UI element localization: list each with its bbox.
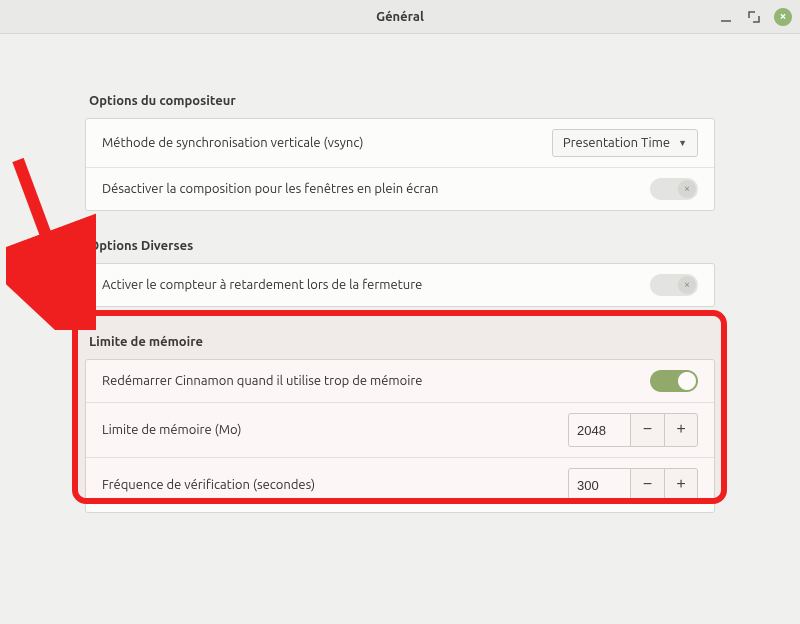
misc-section-title: Options Diverses [89, 239, 715, 253]
vsync-select-value: Presentation Time [563, 136, 670, 150]
close-button[interactable]: × [774, 8, 792, 26]
memory-freq-spinner: − + [568, 468, 698, 502]
fullscreen-disable-toggle[interactable] [650, 178, 698, 200]
compositor-section-title: Options du compositeur [89, 94, 715, 108]
fullscreen-disable-label: Désactiver la composition pour les fenêt… [102, 182, 438, 196]
vsync-row: Méthode de synchronisation verticale (vs… [86, 119, 714, 167]
memory-freq-increment[interactable]: + [664, 468, 698, 502]
maximize-button[interactable] [746, 9, 762, 25]
memory-limit-input[interactable] [568, 413, 630, 447]
chevron-down-icon: ▼ [678, 138, 687, 148]
delay-counter-label: Activer le compteur à retardement lors d… [102, 278, 422, 292]
memory-section-title: Limite de mémoire [89, 335, 715, 349]
memory-limit-label: Limite de mémoire (Mo) [102, 423, 241, 437]
memory-freq-label: Fréquence de vérification (secondes) [102, 478, 315, 492]
memory-restart-label: Redémarrer Cinnamon quand il utilise tro… [102, 374, 422, 388]
memory-freq-input[interactable] [568, 468, 630, 502]
window-controls: × [718, 0, 792, 33]
vsync-select[interactable]: Presentation Time ▼ [552, 129, 698, 157]
memory-limit-row: Limite de mémoire (Mo) − + [86, 402, 714, 457]
memory-panel: Redémarrer Cinnamon quand il utilise tro… [85, 359, 715, 513]
memory-limit-decrement[interactable]: − [630, 413, 664, 447]
memory-freq-row: Fréquence de vérification (secondes) − + [86, 457, 714, 512]
delay-counter-toggle[interactable] [650, 274, 698, 296]
window-title: Général [376, 10, 424, 24]
delay-counter-row: Activer le compteur à retardement lors d… [86, 264, 714, 306]
memory-restart-toggle[interactable] [650, 370, 698, 392]
memory-restart-row: Redémarrer Cinnamon quand il utilise tro… [86, 360, 714, 402]
fullscreen-disable-row: Désactiver la composition pour les fenêt… [86, 167, 714, 210]
memory-freq-decrement[interactable]: − [630, 468, 664, 502]
minimize-button[interactable] [718, 9, 734, 25]
vsync-label: Méthode de synchronisation verticale (vs… [102, 136, 363, 150]
misc-panel: Activer le compteur à retardement lors d… [85, 263, 715, 307]
compositor-panel: Méthode de synchronisation verticale (vs… [85, 118, 715, 211]
titlebar: Général × [0, 0, 800, 34]
content-area: Options du compositeur Méthode de synchr… [0, 34, 800, 513]
memory-limit-increment[interactable]: + [664, 413, 698, 447]
memory-limit-spinner: − + [568, 413, 698, 447]
